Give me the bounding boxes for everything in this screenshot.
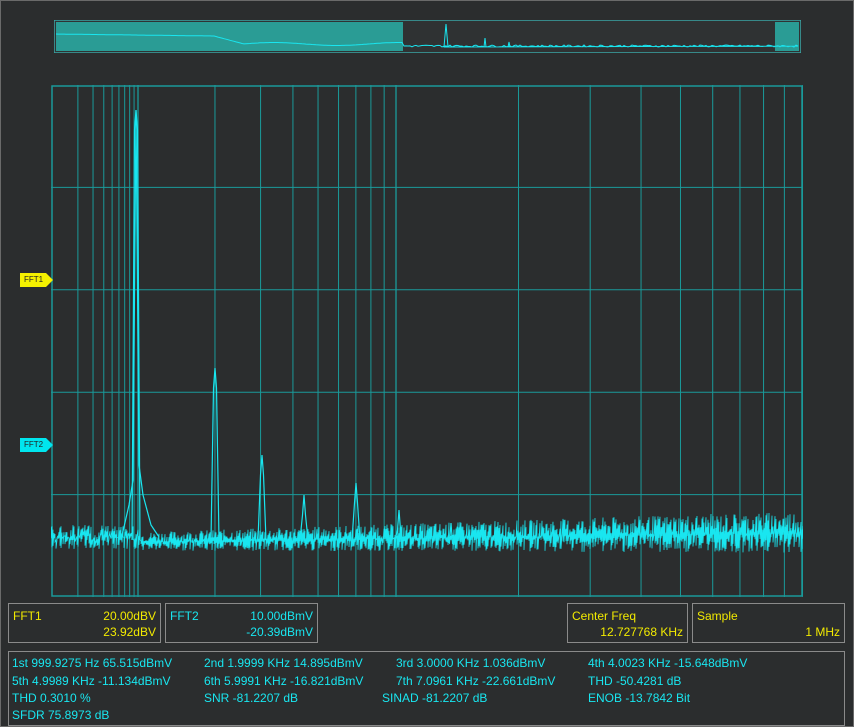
harmonic-4th: 4th 4.0023 KHz -15.648dBmV (588, 656, 748, 670)
thd-db: THD -50.4281 dB (588, 674, 682, 688)
harmonic-6th: 6th 5.9991 KHz -16.821dBmV (204, 674, 364, 688)
fft2-offset: -20.39dBmV (246, 625, 313, 639)
enob: ENOB -13.7842 Bit (588, 691, 691, 705)
sample-rate-label: Sample (697, 609, 738, 623)
snr: SNR -81.2207 dB (204, 691, 299, 705)
harmonic-3rd: 3rd 3.0000 KHz 1.036dBmV (396, 656, 546, 670)
overview-viewport-left[interactable] (56, 22, 403, 51)
sample-rate-value: 1 MHz (805, 625, 840, 639)
fft1-offset: 23.92dBV (103, 625, 156, 639)
fft1-level-marker[interactable]: FFT1 (20, 273, 54, 287)
fft2-settings-box[interactable]: FFT2 10.00dBmV -20.39dBmV (165, 603, 318, 643)
sample-rate-box[interactable]: Sample 1 MHz (692, 603, 845, 643)
harmonic-7th: 7th 7.0961 KHz -22.661dBmV (396, 674, 556, 688)
spectrum-overview[interactable] (54, 20, 801, 53)
plot-grid (51, 85, 803, 597)
fft2-marker-label: FFT2 (20, 438, 47, 452)
fft2-scale: 10.00dBmV (250, 609, 313, 623)
fundamental-skirt (120, 109, 160, 541)
harmonic-peak-3 (257, 454, 267, 541)
spectrum-plot[interactable] (51, 85, 803, 597)
harmonic-5th: 5th 4.9989 KHz -11.134dBmV (12, 674, 171, 688)
fft1-settings-box[interactable]: FFT1 20.00dBV 23.92dBV (8, 603, 161, 643)
harmonic-1st: 1st 999.9275 Hz 65.515dBmV (12, 656, 173, 670)
center-freq-box[interactable]: Center Freq 12.727768 KHz (567, 603, 688, 643)
fft1-scale: 20.00dBV (103, 609, 156, 623)
sinad: SINAD -81.2207 dB (382, 691, 488, 705)
center-freq-value: 12.727768 KHz (600, 625, 683, 639)
center-freq-label: Center Freq (572, 609, 637, 623)
spectrum-trace (51, 109, 803, 553)
noise-floor (51, 512, 803, 553)
fft1-label: FFT1 (13, 609, 42, 623)
plot-border (51, 85, 803, 597)
thd-percent: THD 0.3010 % (12, 691, 91, 705)
harmonic-2nd: 2nd 1.9999 KHz 14.895dBmV (204, 656, 363, 670)
fft2-level-marker[interactable]: FFT2 (20, 438, 54, 452)
fft1-marker-label: FFT1 (20, 273, 47, 287)
fft2-label: FFT2 (170, 609, 199, 623)
measurement-panel: 1st 999.9275 Hz 65.515dBmV 2nd 1.9999 KH… (8, 651, 845, 726)
sfdr: SFDR 75.8973 dB (12, 708, 110, 722)
